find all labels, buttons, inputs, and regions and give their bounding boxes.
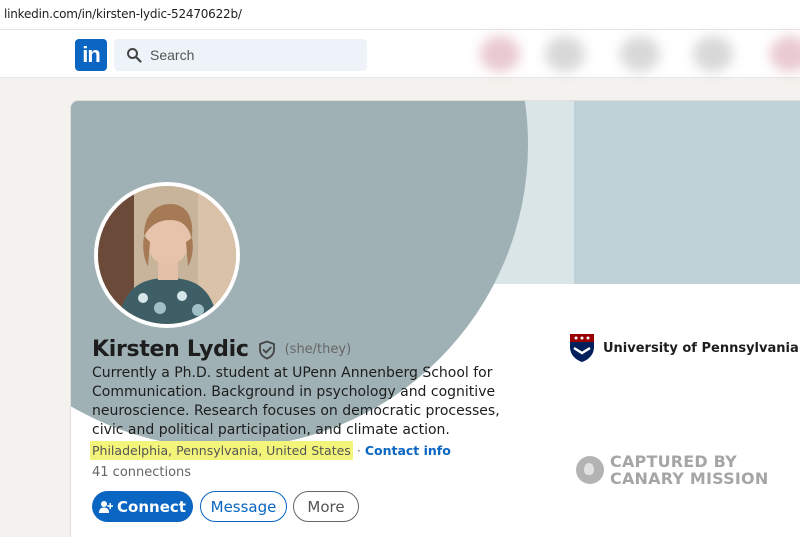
education-name: University of Pennsylvania [603,340,799,356]
separator-dot: · [356,443,361,458]
pronouns: (she/they) [284,342,352,357]
search-input[interactable]: Search [114,39,367,71]
profile-headline: Currently a Ph.D. student at UPenn Annen… [92,365,500,438]
watermark: CAPTURED BY CANARY MISSION [576,453,768,487]
linkedin-logo[interactable]: in [75,39,107,71]
search-icon [127,48,142,63]
penn-shield-icon [570,334,594,362]
nav-item-blurred[interactable] [693,36,733,72]
connect-label: Connect [117,497,186,516]
nav-item-blurred[interactable] [545,36,585,72]
message-button[interactable]: Message [200,491,287,522]
watermark-line1: CAPTURED BY [610,452,737,471]
verified-shield-icon[interactable] [257,340,277,360]
nav-item-blurred[interactable] [770,36,800,72]
canary-icon [576,456,604,484]
nav-item-blurred[interactable] [480,36,520,72]
connections-count[interactable]: 41 connections [92,465,191,480]
nav-item-blurred[interactable] [620,36,660,72]
profile-card: Kirsten Lydic (she/they) Currently a Ph.… [70,100,800,537]
add-person-icon [99,500,114,513]
watermark-line2: CANARY MISSION [610,469,769,488]
avatar[interactable] [94,182,240,328]
location-text: Philadelphia, Pennsylvania, United State… [90,441,353,460]
profile-photo [98,186,236,324]
name-row: Kirsten Lydic (she/they) [92,337,351,362]
top-navigation: in Search [0,30,800,78]
education-link[interactable]: University of Pennsylvania [569,333,799,363]
contact-info-link[interactable]: Contact info [365,443,451,458]
connect-button[interactable]: Connect [92,491,193,522]
browser-address-bar[interactable]: linkedin.com/in/kirsten-lydic-52470622b/ [0,0,800,30]
banner-right-panel [574,101,800,284]
profile-name: Kirsten Lydic [92,337,249,362]
more-button[interactable]: More [293,491,359,522]
url-text[interactable]: linkedin.com/in/kirsten-lydic-52470622b/ [4,7,242,21]
location-row: Philadelphia, Pennsylvania, United State… [90,441,451,460]
search-placeholder: Search [150,47,195,63]
